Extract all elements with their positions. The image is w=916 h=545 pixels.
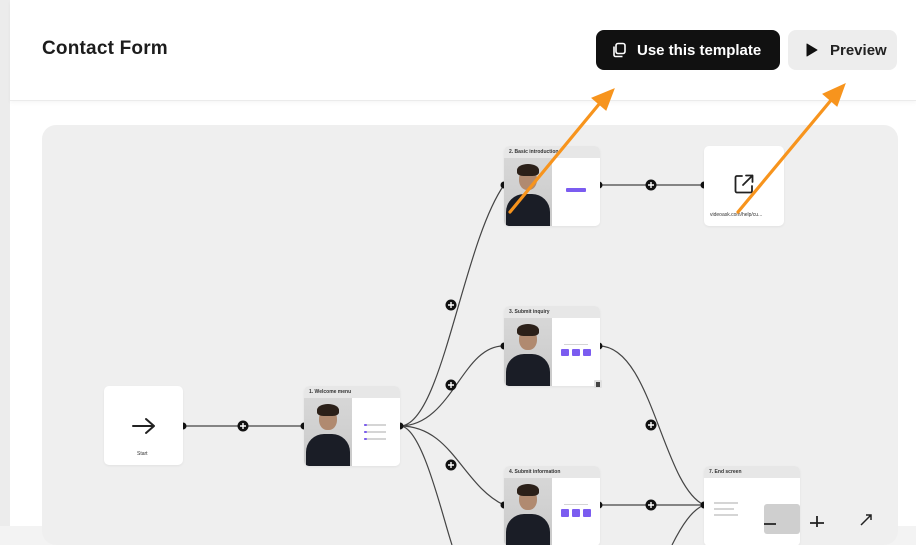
copy-icon (610, 41, 628, 59)
preview-button[interactable]: Preview (788, 30, 897, 70)
fullscreen-button[interactable] (856, 509, 876, 529)
plus-icon (810, 516, 824, 527)
node-preview (552, 318, 600, 386)
preview-label: Preview (830, 41, 887, 59)
page-header: Contact Form Use this template Preview (10, 0, 916, 101)
node-title: 2. Basic introduction (504, 146, 600, 158)
play-icon (803, 41, 821, 59)
link-url: videoask.com/help/cu... (710, 212, 763, 218)
delete-icon[interactable] (594, 380, 602, 388)
sidebar-edge (0, 0, 10, 526)
start-node[interactable]: Start (104, 386, 183, 465)
use-template-label: Use this template (637, 41, 762, 59)
page-title: Contact Form (42, 38, 168, 59)
presenter-thumbnail (504, 318, 552, 386)
flow-canvas[interactable]: Start 1. Welcome menu 2. Basic introduct… (42, 125, 898, 545)
node-title: 3. Submit inquiry (504, 306, 600, 318)
zoom-in-button[interactable] (807, 509, 827, 529)
node-title: 4. Submit information (504, 466, 600, 478)
flow-node-welcome-menu[interactable]: 1. Welcome menu (304, 386, 400, 466)
zoom-out-button[interactable] (760, 509, 780, 529)
page: Contact Form Use this template Preview S… (10, 0, 916, 545)
presenter-thumbnail (504, 478, 552, 545)
node-title: 1. Welcome menu (304, 386, 400, 398)
flow-node-basic-introduction[interactable]: 2. Basic introduction (504, 146, 600, 226)
minus-icon (764, 523, 776, 525)
expand-icon (860, 514, 872, 526)
external-link-icon (734, 174, 754, 194)
presenter-thumbnail (304, 398, 352, 466)
presenter-thumbnail (504, 158, 552, 226)
start-label: Start (137, 451, 148, 457)
flow-node-external-link[interactable]: videoask.com/help/cu... (704, 146, 784, 226)
node-preview (552, 158, 600, 226)
node-title: 7. End screen (704, 466, 800, 478)
node-preview (552, 478, 600, 545)
flow-node-submit-inquiry[interactable]: 3. Submit inquiry (504, 306, 600, 386)
arrow-right-icon (132, 418, 155, 434)
node-preview (704, 478, 800, 545)
use-template-button[interactable]: Use this template (596, 30, 780, 70)
flow-node-submit-information[interactable]: 4. Submit information (504, 466, 600, 545)
flow-node-end-screen[interactable]: 7. End screen (704, 466, 800, 545)
node-preview (352, 398, 400, 466)
